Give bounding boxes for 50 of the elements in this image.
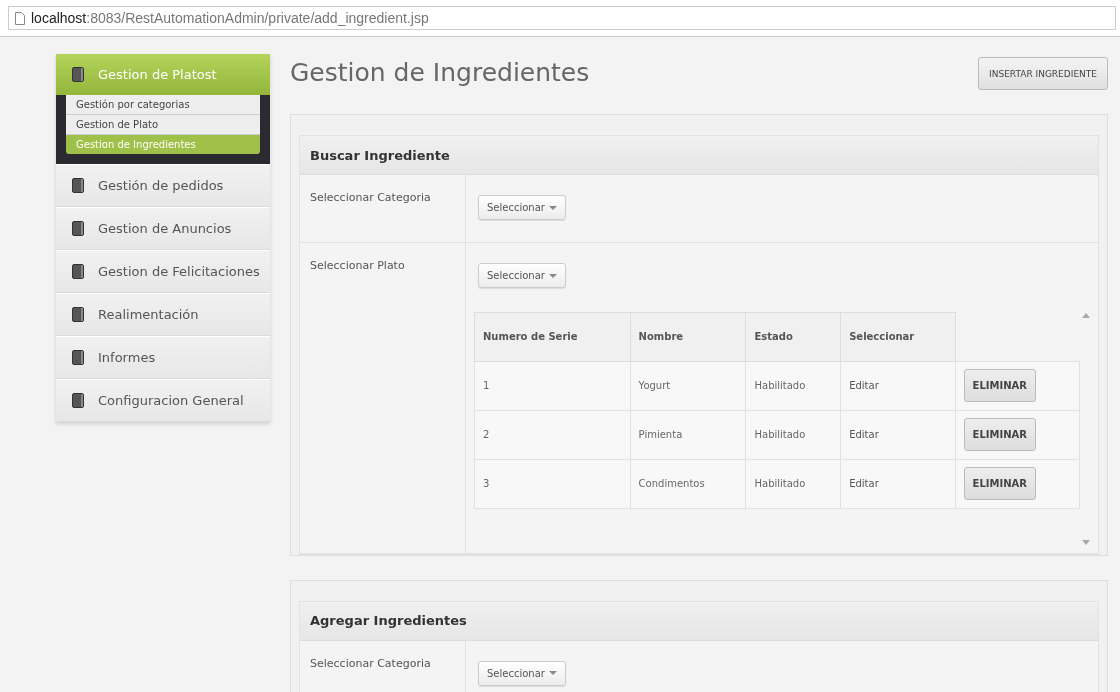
scroll-up-icon[interactable]	[1082, 313, 1090, 318]
table-cell: Habilitado	[746, 361, 841, 410]
table-cell: 1	[474, 361, 631, 410]
field-label: Seleccionar Categoria	[300, 175, 466, 242]
insert-button[interactable]: INSERTAR INGREDIENTE	[978, 57, 1108, 90]
column-header: Numero de Serie	[474, 312, 631, 361]
sidebar-item[interactable]: Configuracion General	[56, 379, 270, 422]
table-cell: Pimienta	[630, 410, 746, 459]
delete-button[interactable]: ELIMINAR	[963, 369, 1036, 402]
column-header: Nombre	[630, 312, 746, 361]
page-title: Gestion de Ingredientes	[290, 57, 590, 87]
book-icon	[72, 393, 84, 408]
table-cell: Editar	[840, 410, 956, 459]
url-text: localhost:8083/RestAutomationAdmin/private/add_ingredient.jsp	[31, 10, 429, 26]
select-dropdown[interactable]: Seleccionar	[478, 195, 566, 220]
table-cell: Habilitado	[746, 459, 841, 508]
table-cell: Habilitado	[746, 410, 841, 459]
page-icon	[15, 11, 25, 25]
field-label: Seleccionar Categoria	[300, 640, 466, 692]
book-icon	[72, 350, 84, 365]
delete-button[interactable]: ELIMINAR	[963, 418, 1036, 451]
sidebar-item[interactable]: Realimentación	[56, 293, 270, 336]
field-label: Seleccionar Plato	[300, 243, 466, 553]
sidebar-item[interactable]: Gestion de Anuncios	[56, 207, 270, 250]
table-cell: 3	[474, 459, 631, 508]
table-cell: Editar	[840, 459, 956, 508]
address-bar[interactable]: localhost:8083/RestAutomationAdmin/private/add_ingredient.jsp	[8, 6, 1116, 30]
table-cell: 2	[474, 410, 631, 459]
submenu-item[interactable]: Gestión por categorias	[66, 95, 260, 115]
column-header: Seleccionar	[840, 312, 956, 361]
caret-icon	[548, 205, 557, 210]
caret-icon	[548, 273, 557, 278]
submenu-item[interactable]: Gestion de Plato	[66, 115, 260, 135]
book-icon	[72, 264, 84, 279]
table-cell: Editar	[840, 361, 956, 410]
column-header: Estado	[746, 312, 841, 361]
table-cell: Yogurt	[630, 361, 746, 410]
book-icon	[72, 221, 84, 236]
scroll-down-icon[interactable]	[1082, 539, 1090, 545]
select-dropdown[interactable]: Seleccionar	[478, 263, 566, 288]
book-icon	[72, 67, 84, 82]
caret-icon	[548, 671, 557, 675]
sidebar-item[interactable]: Gestión de pedidos	[56, 164, 270, 207]
sidebar-item[interactable]: Gestion de Felicitaciones	[56, 250, 270, 293]
book-icon	[72, 307, 84, 322]
delete-button[interactable]: ELIMINAR	[963, 467, 1036, 500]
table-cell: Condimentos	[630, 459, 746, 508]
sidebar-item[interactable]: Informes	[56, 336, 270, 379]
select-dropdown[interactable]: Seleccionar	[478, 660, 566, 686]
book-icon	[72, 178, 84, 193]
